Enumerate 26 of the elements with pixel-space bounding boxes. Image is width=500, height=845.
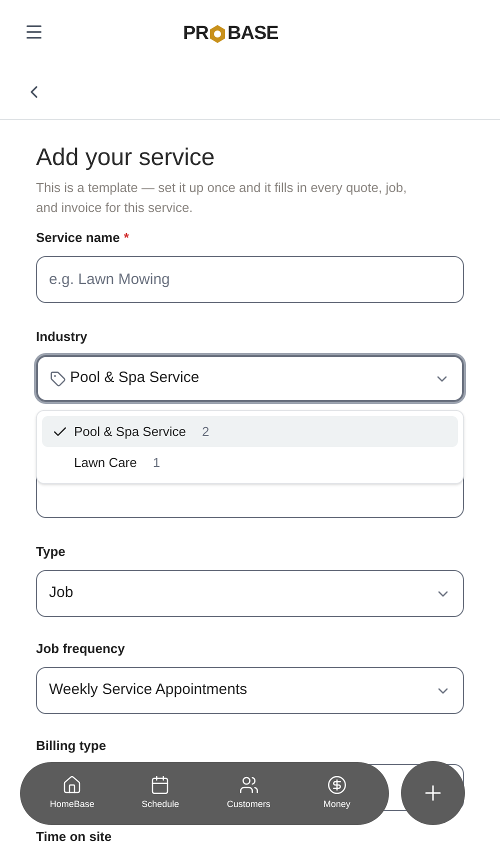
field-label: Type bbox=[36, 544, 66, 560]
dropdown-field[interactable]: Weekly Service Appointments bbox=[36, 667, 464, 714]
dropdown-option[interactable]: Pool & Spa Service 2 bbox=[42, 416, 458, 447]
field-label: Billing type bbox=[36, 738, 108, 754]
field-label: Time on site bbox=[36, 829, 113, 845]
nav-tab[interactable]: Schedule bbox=[125, 775, 196, 812]
field-label: Industry bbox=[36, 329, 88, 345]
users-icon bbox=[238, 775, 259, 796]
nav-tab[interactable]: Money bbox=[302, 775, 372, 812]
dropdown-field[interactable]: Job bbox=[36, 570, 464, 617]
dropdown-field[interactable]: Pool & Spa Service bbox=[36, 355, 464, 402]
logo: PR BASE bbox=[183, 22, 278, 46]
money-icon bbox=[326, 775, 347, 796]
dropdown-option[interactable]: Lawn Care 1 bbox=[42, 447, 458, 478]
page-title: Add your service bbox=[36, 144, 216, 172]
home-icon bbox=[62, 775, 82, 796]
tag-icon bbox=[50, 370, 66, 386]
required-mark: * bbox=[124, 230, 129, 246]
description-text: This is a template — set it up once and it fills in every quote, job, and invoice for this service. bbox=[36, 179, 408, 217]
nav-tab[interactable]: Customers bbox=[214, 775, 284, 812]
nav-tab[interactable]: HomeBase bbox=[37, 775, 108, 812]
field-label: Service name bbox=[36, 230, 120, 246]
hex-nut-icon bbox=[209, 24, 226, 44]
input-field[interactable]: e.g. Lawn Mowing bbox=[36, 256, 464, 303]
calendar-icon bbox=[150, 775, 170, 796]
field-label: Job frequency bbox=[36, 641, 126, 657]
